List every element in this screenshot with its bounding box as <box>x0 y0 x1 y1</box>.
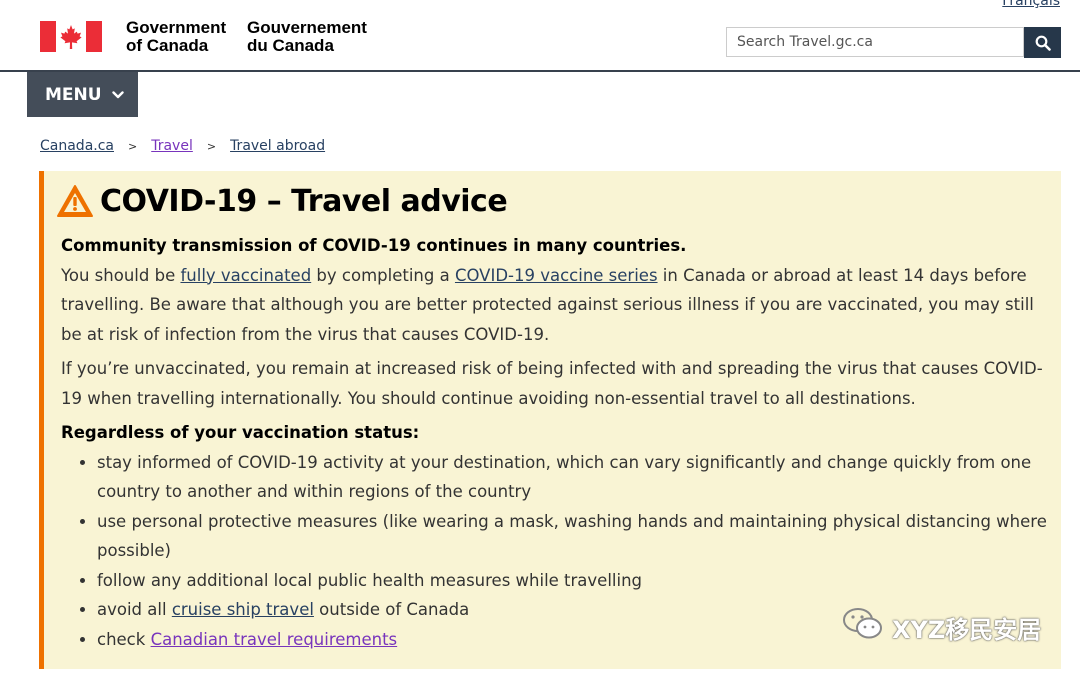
wordmark-english[interactable]: Government of Canada <box>126 19 226 55</box>
breadcrumb-separator: > <box>128 139 138 153</box>
list-heading: Regardless of your vaccination status: <box>61 423 420 442</box>
breadcrumb-travel-abroad[interactable]: Travel abroad <box>230 138 325 154</box>
vaccine-series-link[interactable]: COVID-19 vaccine series <box>455 266 658 285</box>
site-header: Government of Canada Gouvernement du Can… <box>0 0 1080 72</box>
list-item: follow any additional local public healt… <box>97 566 1051 596</box>
breadcrumb-canada-ca[interactable]: Canada.ca <box>40 138 114 154</box>
list-item: stay informed of COVID-19 activity at yo… <box>97 448 1051 507</box>
breadcrumb-travel[interactable]: Travel <box>151 138 193 154</box>
wordmark-en-line1: Government <box>126 18 227 37</box>
wordmark-fr-line2: du Canada <box>247 36 334 55</box>
wordmark-fr-line1: Gouvernement <box>247 18 367 37</box>
alert-lead: Community transmission of COVID-19 conti… <box>61 236 687 255</box>
alert-title: COVID-19 – Travel advice <box>100 184 508 219</box>
warning-icon <box>56 184 94 222</box>
alert-body: Community transmission of COVID-19 conti… <box>61 231 1051 654</box>
breadcrumb-separator: > <box>206 139 217 153</box>
fully-vaccinated-link[interactable]: fully vaccinated <box>180 266 311 285</box>
canada-flag-icon <box>40 21 102 52</box>
wechat-icon <box>842 606 884 648</box>
menu-button[interactable]: MENU <box>27 72 138 117</box>
covid-travel-advice-alert: COVID-19 – Travel advice Community trans… <box>39 171 1061 669</box>
wordmark-en-line2: of Canada <box>126 36 209 55</box>
vaccination-paragraph: You should be fully vaccinated by comple… <box>61 265 1034 344</box>
search-icon <box>1035 35 1051 51</box>
search-button[interactable] <box>1024 27 1061 58</box>
breadcrumb: Canada.ca > Travel > Travel abroad <box>40 138 325 154</box>
watermark: XYZ移民安居 <box>842 606 1041 648</box>
unvaccinated-paragraph: If you’re unvaccinated, you remain at in… <box>61 359 1043 408</box>
menu-label: MENU <box>45 84 102 105</box>
list-item: use personal protective measures (like w… <box>97 507 1051 566</box>
search-input[interactable]: Search Travel.gc.ca <box>726 27 1024 57</box>
travel-requirements-link[interactable]: Canadian travel requirements <box>151 630 398 649</box>
chevron-down-icon <box>111 90 124 100</box>
watermark-text: XYZ移民安居 <box>892 615 1042 644</box>
wordmark-french[interactable]: Gouvernement du Canada <box>247 19 367 55</box>
cruise-ship-travel-link[interactable]: cruise ship travel <box>172 600 314 619</box>
